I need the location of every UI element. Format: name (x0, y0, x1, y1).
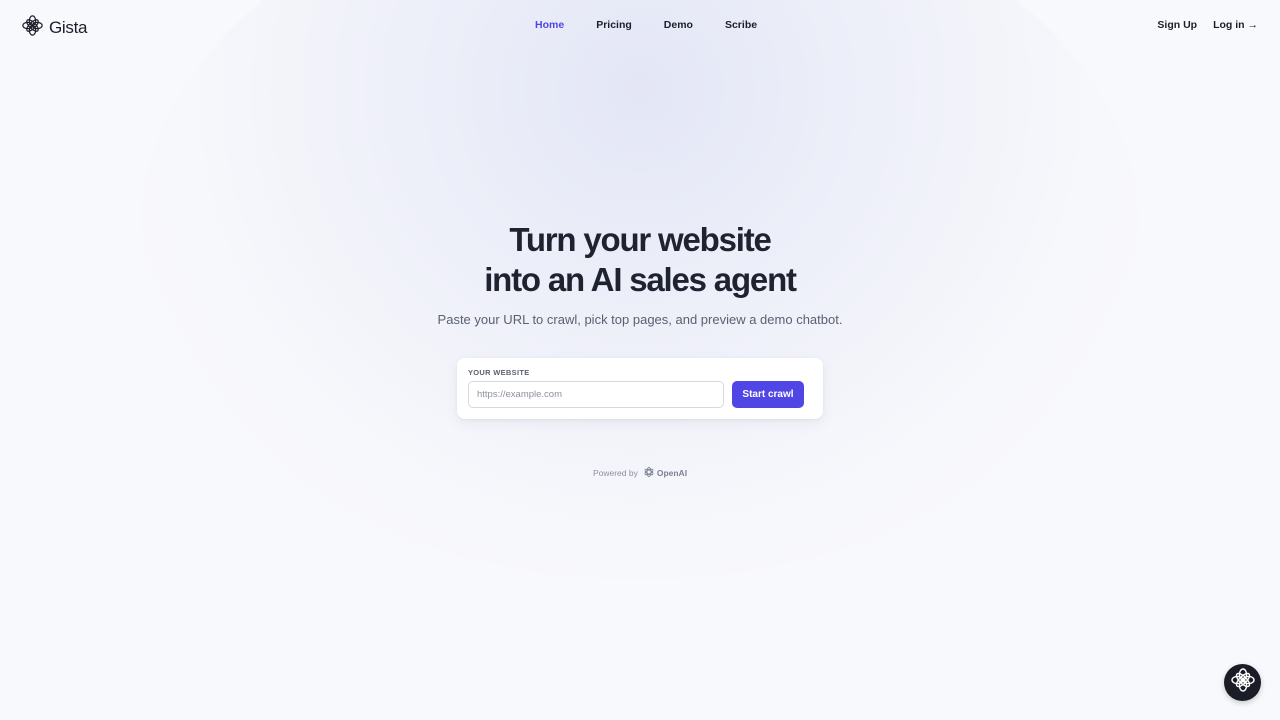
brand-name: Gista (49, 18, 88, 37)
nav-item-scribe[interactable]: Scribe (725, 19, 757, 31)
auth-links: Sign Up Log in → (1157, 19, 1258, 31)
openai-name: OpenAI (656, 468, 688, 478)
hero-subtitle: Paste your URL to crawl, pick top pages,… (437, 312, 843, 327)
nav-item-demo[interactable]: Demo (664, 19, 693, 31)
main-nav: Home Pricing Demo Scribe (535, 19, 757, 31)
openai-brand: OpenAI (643, 466, 687, 480)
nav-item-pricing[interactable]: Pricing (596, 19, 632, 31)
openai-logo-icon (643, 466, 655, 480)
hero-title: Turn your website into an AI sales agent (0, 220, 1280, 300)
website-url-input[interactable] (468, 381, 724, 408)
sign-up-link[interactable]: Sign Up (1157, 19, 1197, 31)
crawl-form-card: YOUR WEBSITE Start crawl (457, 358, 823, 419)
website-field-label: YOUR WEBSITE (468, 368, 530, 377)
site-header: Gista Home Pricing Demo Scribe Sign Up L… (0, 0, 1280, 52)
log-in-link[interactable]: Log in → (1213, 19, 1258, 31)
hero-title-line-2: into an AI sales agent (484, 261, 797, 298)
start-crawl-button[interactable]: Start crawl (732, 381, 804, 408)
flower-logo-icon (22, 15, 43, 41)
powered-by-prefix: Powered by (592, 468, 638, 478)
chat-launcher-button[interactable] (1224, 664, 1261, 701)
brand-logo-link[interactable]: Gista (22, 15, 87, 41)
hero-title-line-1: Turn your website (509, 221, 772, 258)
powered-by: Powered by OpenAI (0, 466, 1280, 480)
flower-logo-icon (1230, 668, 1255, 697)
nav-item-home[interactable]: Home (535, 19, 564, 31)
